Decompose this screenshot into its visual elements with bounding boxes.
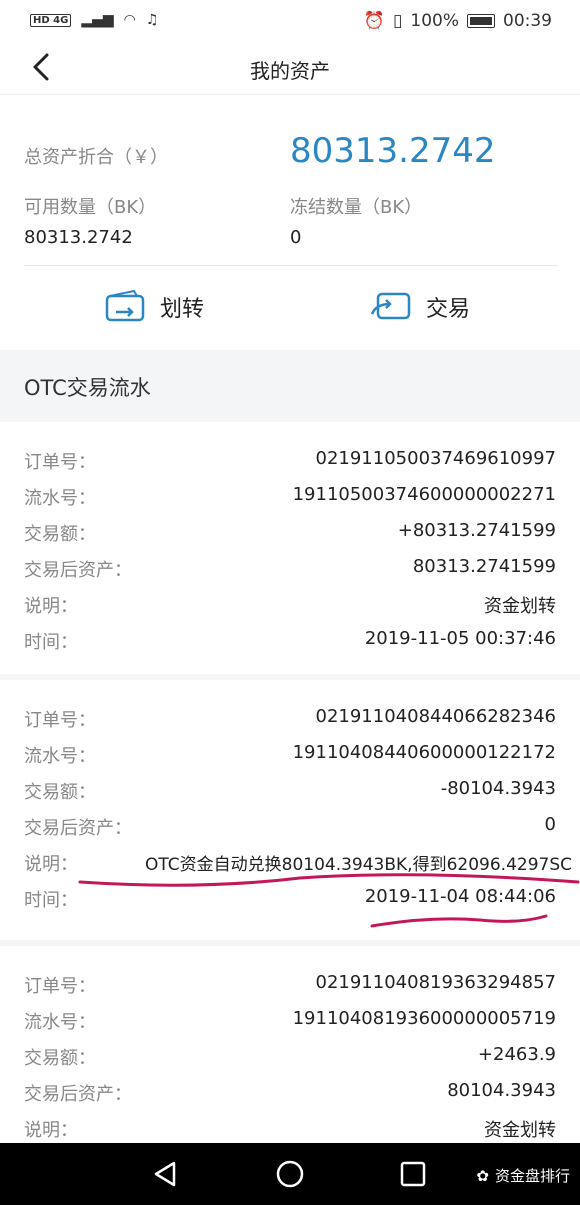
vibrate-icon: ▯ [393,11,403,31]
available-label: 可用数量（BK） [24,197,157,218]
order-row: 订单号： 021911040819363294857 [24,972,557,997]
divider [24,265,558,266]
frozen-label: 冻结数量（BK） [290,197,423,218]
amount-value: +80313.2741599 [397,520,556,541]
transaction-record: 订单号： 021911050037469610997 流水号： 1911050037… [0,422,580,674]
section-header: OTC交易流水 [0,352,580,416]
total-assets-value: 80313.2742 [290,131,496,171]
serial-row: 流水号： 19110500374600000002271 [24,484,556,509]
amount-row: 交易额： +80313.2741599 [24,520,556,545]
amount-value: +2463.9 [477,1044,556,1065]
serial-number: 19110408193600000005719 [292,1008,556,1029]
order-number: 021911050037469610997 [315,448,557,469]
transfer-button[interactable]: 划转 [104,290,204,324]
after-value: 80104.3943 [447,1080,556,1101]
frozen-value: 0 [290,227,302,248]
clock: 00:39 [503,11,552,31]
battery-icon [467,14,495,28]
system-navigation-bar: ✿ 资金盘排行 [0,1143,580,1205]
watermark: ✿ 资金盘排行 [476,1165,570,1186]
transfer-icon [105,290,145,322]
page-title: 我的资产 [250,59,330,83]
transaction-record: 订单号： 021911040819363294857 流水号： 1911040819… [0,946,580,1143]
total-assets-label: 总资产折合（￥） [24,147,168,168]
desc-row: 说明： 资金划转 [0,1108,580,1143]
section-title: OTC交易流水 [24,376,151,400]
available-value: 80313.2742 [24,227,133,248]
trade-button[interactable]: 交易 [370,290,470,324]
signal-icon: ▂▄▆ [81,12,114,28]
time-row: 时间： 2019-11-05 00:37:46 [24,628,556,653]
time-value: 2019-11-05 00:37:46 [364,628,556,649]
serial-row: 流水号： 19110408193600000005719 [24,1008,556,1033]
transfer-label: 划转 [160,297,205,322]
wechat-icon: ✿ [476,1166,489,1185]
after-row: 交易后资产： 80104.3943 [24,1080,556,1105]
transaction-record: 订单号： 021911040844066282346 流水号： 1911040844… [0,680,580,940]
trade-icon [370,292,411,320]
trade-label: 交易 [426,297,471,322]
after-row: 交易后资产： 80313.2741599 [24,556,556,581]
amount-row: 交易额： +2463.9 [24,1044,556,1069]
recents-square-icon[interactable] [398,1159,428,1189]
order-row: 订单号： 021911050037469610997 [24,448,557,473]
wifi-icon: ◠ [123,12,136,28]
network-indicator: HD 4G [30,13,72,27]
serial-number: 19110500374600000002271 [292,484,556,505]
battery-percent: 100% [410,11,459,31]
home-circle-icon[interactable] [275,1159,305,1189]
desc-value: 资金划转 [484,1120,556,1141]
back-triangle-icon[interactable] [150,1159,180,1189]
desc-value: 资金划转 [484,596,556,617]
order-number: 021911040819363294857 [315,972,557,993]
alarm-icon: ⏰ [363,11,386,31]
handwritten-underline-annotation [78,873,580,928]
desc-row: 说明： 资金划转 [0,584,580,620]
after-value: 80313.2741599 [412,556,556,577]
navigation-bar: 我的资产 [0,42,580,95]
notification-bell-icon: ♫ [145,12,159,28]
asset-summary-card: 总资产折合（￥） 80313.2742 可用数量（BK） 80313.2742 … [0,95,580,350]
watermark-text: 资金盘排行 [494,1167,570,1185]
status-bar: HD 4G ▂▄▆ ◠ ♫ ⏰ ▯ 100% 00:39 [0,0,580,42]
